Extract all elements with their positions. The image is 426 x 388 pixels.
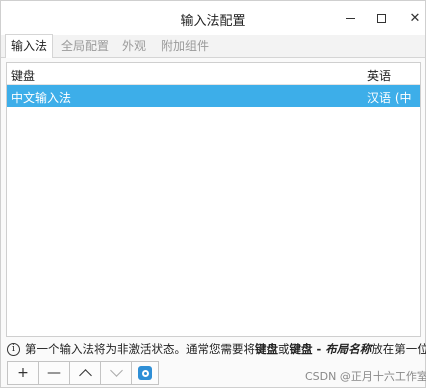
maximize-button[interactable] [367,7,395,29]
column-header-keyboard[interactable]: 键盘 [11,67,35,84]
watermark: CSDN @正月十六工作室 [305,370,426,383]
info-text-mid: 或 [278,342,290,356]
input-method-list[interactable]: 键盘 英语 中文输入法 汉语 (中国) [6,62,421,337]
configure-icon [138,366,152,380]
info-message: i 第一个输入法将为非激活状态。通常您需要将键盘或键盘 - 布局名称放在第一位。 [7,341,426,359]
chevron-up-icon [78,369,92,382]
maximize-icon [376,13,386,23]
input-method-language: 汉语 (中国) [367,91,412,122]
minimize-icon [345,17,355,19]
move-down-button[interactable] [100,361,132,385]
title-bar: 输入法配置 ✕ [1,1,425,35]
close-icon: ✕ [409,10,421,26]
column-header-language[interactable]: 英语 [367,67,391,84]
tab-appearance[interactable]: 外观 [117,35,151,57]
info-italic-layout-name: 布局名称 [325,342,372,356]
add-icon: + [17,365,29,381]
info-bold-keyboard-layout: 键盘 - [289,342,326,356]
tab-global-config[interactable]: 全局配置 [56,35,114,57]
remove-button[interactable]: — [38,361,70,385]
list-header: 键盘 英语 [7,63,420,85]
input-method-config-window: 输入法配置 ✕ 输入法 全局配置 外观 附加组件 键盘 英语 中文输入法 汉语 … [0,0,426,388]
info-icon: i [7,343,20,356]
info-text-before: 第一个输入法将为非激活状态。通常您需要将 [25,342,255,356]
chevron-down-icon [109,364,123,377]
remove-icon: — [47,365,61,381]
minimize-button[interactable] [336,7,364,29]
tab-input-method[interactable]: 输入法 [5,34,54,58]
configure-button[interactable] [131,361,159,385]
info-text-after: 放在第一位。 [371,342,426,356]
info-bold-keyboard: 键盘 [255,342,278,356]
tab-addons[interactable]: 附加组件 [156,35,214,57]
input-method-name: 中文输入法 [11,91,72,105]
close-button[interactable]: ✕ [401,7,426,29]
add-button[interactable]: + [7,361,39,385]
tab-bar: 输入法 全局配置 外观 附加组件 [1,34,425,58]
move-up-button[interactable] [69,361,101,385]
list-item[interactable]: 中文输入法 汉语 (中国) [7,85,420,122]
